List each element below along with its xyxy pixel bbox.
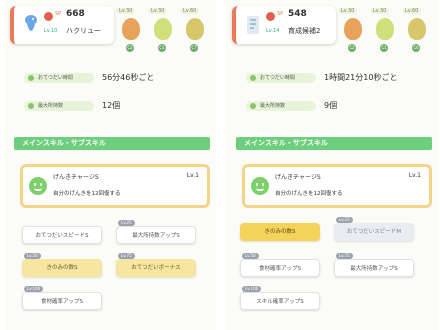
- section-title: メインスキル・サブスキル: [244, 139, 328, 147]
- subskill-2[interactable]: 最大所持数アップS: [116, 226, 196, 244]
- stat-value: 56分46秒ごと: [102, 73, 155, 82]
- dot-icon: [250, 103, 256, 109]
- dot-icon: [28, 75, 34, 81]
- pokemon-panel-right: SP 548 Lv.14 育成候補2 Lv.30 C2 Lv.30 C1 Lv.…: [226, 0, 438, 330]
- subskill-4[interactable]: 最大所持数アップS: [334, 259, 414, 277]
- skill-section-header: メインスキル・サブスキル: [236, 137, 432, 150]
- main-skill-level: Lv.1: [408, 172, 421, 179]
- comparison-page: SP 668 Lv.10 ハクリュー Lv.30 C2 Lv.30 C1 Lv.…: [0, 0, 440, 330]
- sp-label: SP: [55, 11, 62, 17]
- level-label: Lv.10: [44, 28, 58, 34]
- stat-help-time: おてつだい時間 1時間21分10秒ごと: [246, 73, 426, 85]
- subskill-label: 最大所持数アップS: [350, 266, 398, 272]
- smile-icon: [251, 177, 269, 195]
- egg-candidate-icon: [247, 16, 259, 34]
- ingredient-slot-3[interactable]: Lv.60 C7: [178, 8, 212, 54]
- pokemon-card[interactable]: SP 548 Lv.14 育成候補2: [232, 6, 336, 44]
- dragonair-icon: [25, 15, 37, 31]
- ingredient-slot-1[interactable]: Lv.30 C2: [336, 8, 370, 54]
- subskill-label: おてつだいボーナス: [131, 265, 181, 271]
- subskill-label: きのみの数S: [46, 265, 78, 271]
- smile-icon: [29, 177, 47, 195]
- main-skill-level: Lv.1: [186, 172, 199, 179]
- stat-label-pill: おてつだい時間: [246, 73, 316, 83]
- stat-label-pill: 最大所持数: [246, 101, 316, 111]
- slot-level: Lv.30: [148, 8, 168, 14]
- ingredient-icon: [344, 18, 362, 40]
- stat-label-pill: 最大所持数: [24, 101, 94, 111]
- subskill-label: おてつだいスピードM: [346, 229, 402, 235]
- ingredient-icon: [122, 18, 140, 40]
- section-title: メインスキル・サブスキル: [22, 139, 106, 147]
- dot-icon: [250, 75, 256, 81]
- slot-tag: C2: [348, 44, 356, 52]
- subskill-1[interactable]: おてつだいスピードS: [22, 226, 102, 244]
- subskill-5[interactable]: スキル確率アップS: [240, 292, 320, 310]
- subskill-label: スキル確率アップS: [256, 299, 304, 305]
- pokemon-panel-left: SP 668 Lv.10 ハクリュー Lv.30 C2 Lv.30 C1 Lv.…: [4, 0, 216, 330]
- main-skill-name: げんきチャージS: [53, 174, 99, 181]
- stat-value: 1時間21分10秒ごと: [324, 73, 398, 82]
- main-skill-card[interactable]: げんきチャージS Lv.1 自分のげんきを12回復する: [242, 164, 432, 208]
- main-skill-description: 自分のげんきを12回復する: [275, 191, 343, 197]
- ingredient-slot-3[interactable]: Lv.60 C6: [400, 8, 434, 54]
- subskill-3[interactable]: 食材確率アップS: [240, 259, 320, 277]
- stat-label: おてつだい時間: [38, 75, 73, 81]
- slot-tag: C6: [412, 44, 420, 52]
- main-skill-card[interactable]: げんきチャージS Lv.1 自分のげんきを12回復する: [20, 164, 210, 208]
- sp-value: 548: [288, 9, 307, 19]
- skill-section-header: メインスキル・サブスキル: [14, 137, 210, 150]
- ingredient-icon: [186, 18, 204, 40]
- ingredient-slot-1[interactable]: Lv.30 C2: [114, 8, 148, 54]
- slot-level: Lv.60: [402, 8, 422, 14]
- stat-label: 最大所持数: [260, 103, 286, 109]
- ingredient-slot-2[interactable]: Lv.30 C1: [368, 8, 402, 54]
- sp-icon: [44, 12, 53, 21]
- slot-level: Lv.30: [370, 8, 390, 14]
- subskill-2[interactable]: おてつだいスピードM: [334, 223, 414, 241]
- pokemon-name: ハクリュー: [66, 27, 101, 35]
- sp-icon: [266, 12, 275, 21]
- stat-max-carry: 最大所持数 9個: [246, 101, 426, 113]
- ingredient-icon: [154, 18, 172, 40]
- stat-value: 9個: [324, 101, 338, 110]
- stat-label: 最大所持数: [38, 103, 64, 109]
- sp-value: 668: [66, 9, 85, 19]
- stat-label: おてつだい時間: [260, 75, 295, 81]
- ingredient-icon: [408, 18, 426, 40]
- slot-tag: C7: [190, 44, 198, 52]
- main-skill-description: 自分のげんきを12回復する: [53, 191, 121, 197]
- slot-level: Lv.30: [338, 8, 358, 14]
- pokemon-card[interactable]: SP 668 Lv.10 ハクリュー: [10, 6, 114, 44]
- subskill-label: おてつだいスピードS: [35, 233, 89, 239]
- stat-value: 12個: [102, 101, 121, 110]
- slot-tag: C1: [158, 44, 166, 52]
- slot-tag: C1: [380, 44, 388, 52]
- stat-help-time: おてつだい時間 56分46秒ごと: [24, 73, 204, 85]
- ingredient-icon: [376, 18, 394, 40]
- level-label: Lv.14: [266, 28, 280, 34]
- slot-level: Lv.60: [180, 8, 200, 14]
- subskill-label: 食材確率アップS: [259, 266, 301, 272]
- subskill-label: 最大所持数アップS: [132, 233, 180, 239]
- sp-label: SP: [277, 11, 284, 17]
- subskill-label: 食材確率アップS: [41, 299, 83, 305]
- stat-max-carry: 最大所持数 12個: [24, 101, 204, 113]
- dot-icon: [28, 103, 34, 109]
- stat-label-pill: おてつだい時間: [24, 73, 94, 83]
- ingredient-slot-2[interactable]: Lv.30 C1: [146, 8, 180, 54]
- subskill-5[interactable]: 食材確率アップS: [22, 292, 102, 310]
- subskill-label: きのみの数S: [264, 229, 296, 235]
- main-skill-name: げんきチャージS: [275, 174, 321, 181]
- subskill-3[interactable]: きのみの数S: [22, 259, 102, 277]
- slot-tag: C2: [126, 44, 134, 52]
- pokemon-name: 育成候補2: [288, 27, 321, 35]
- subskill-1[interactable]: きのみの数S: [240, 223, 320, 241]
- slot-level: Lv.30: [116, 8, 136, 14]
- subskill-4[interactable]: おてつだいボーナス: [116, 259, 196, 277]
